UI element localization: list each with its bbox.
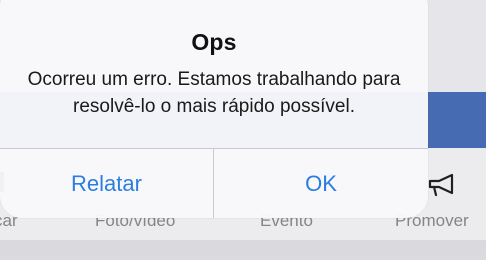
alert-message: Ocorreu um erro. Estamos trabalhando par… xyxy=(27,69,401,117)
alert-title: Ops xyxy=(191,29,237,55)
error-alert-dialog: Ops Ocorreu um erro. Estamos trabalhando… xyxy=(0,0,428,218)
report-button[interactable]: Relatar xyxy=(0,149,213,218)
ok-button[interactable]: OK xyxy=(214,149,428,218)
